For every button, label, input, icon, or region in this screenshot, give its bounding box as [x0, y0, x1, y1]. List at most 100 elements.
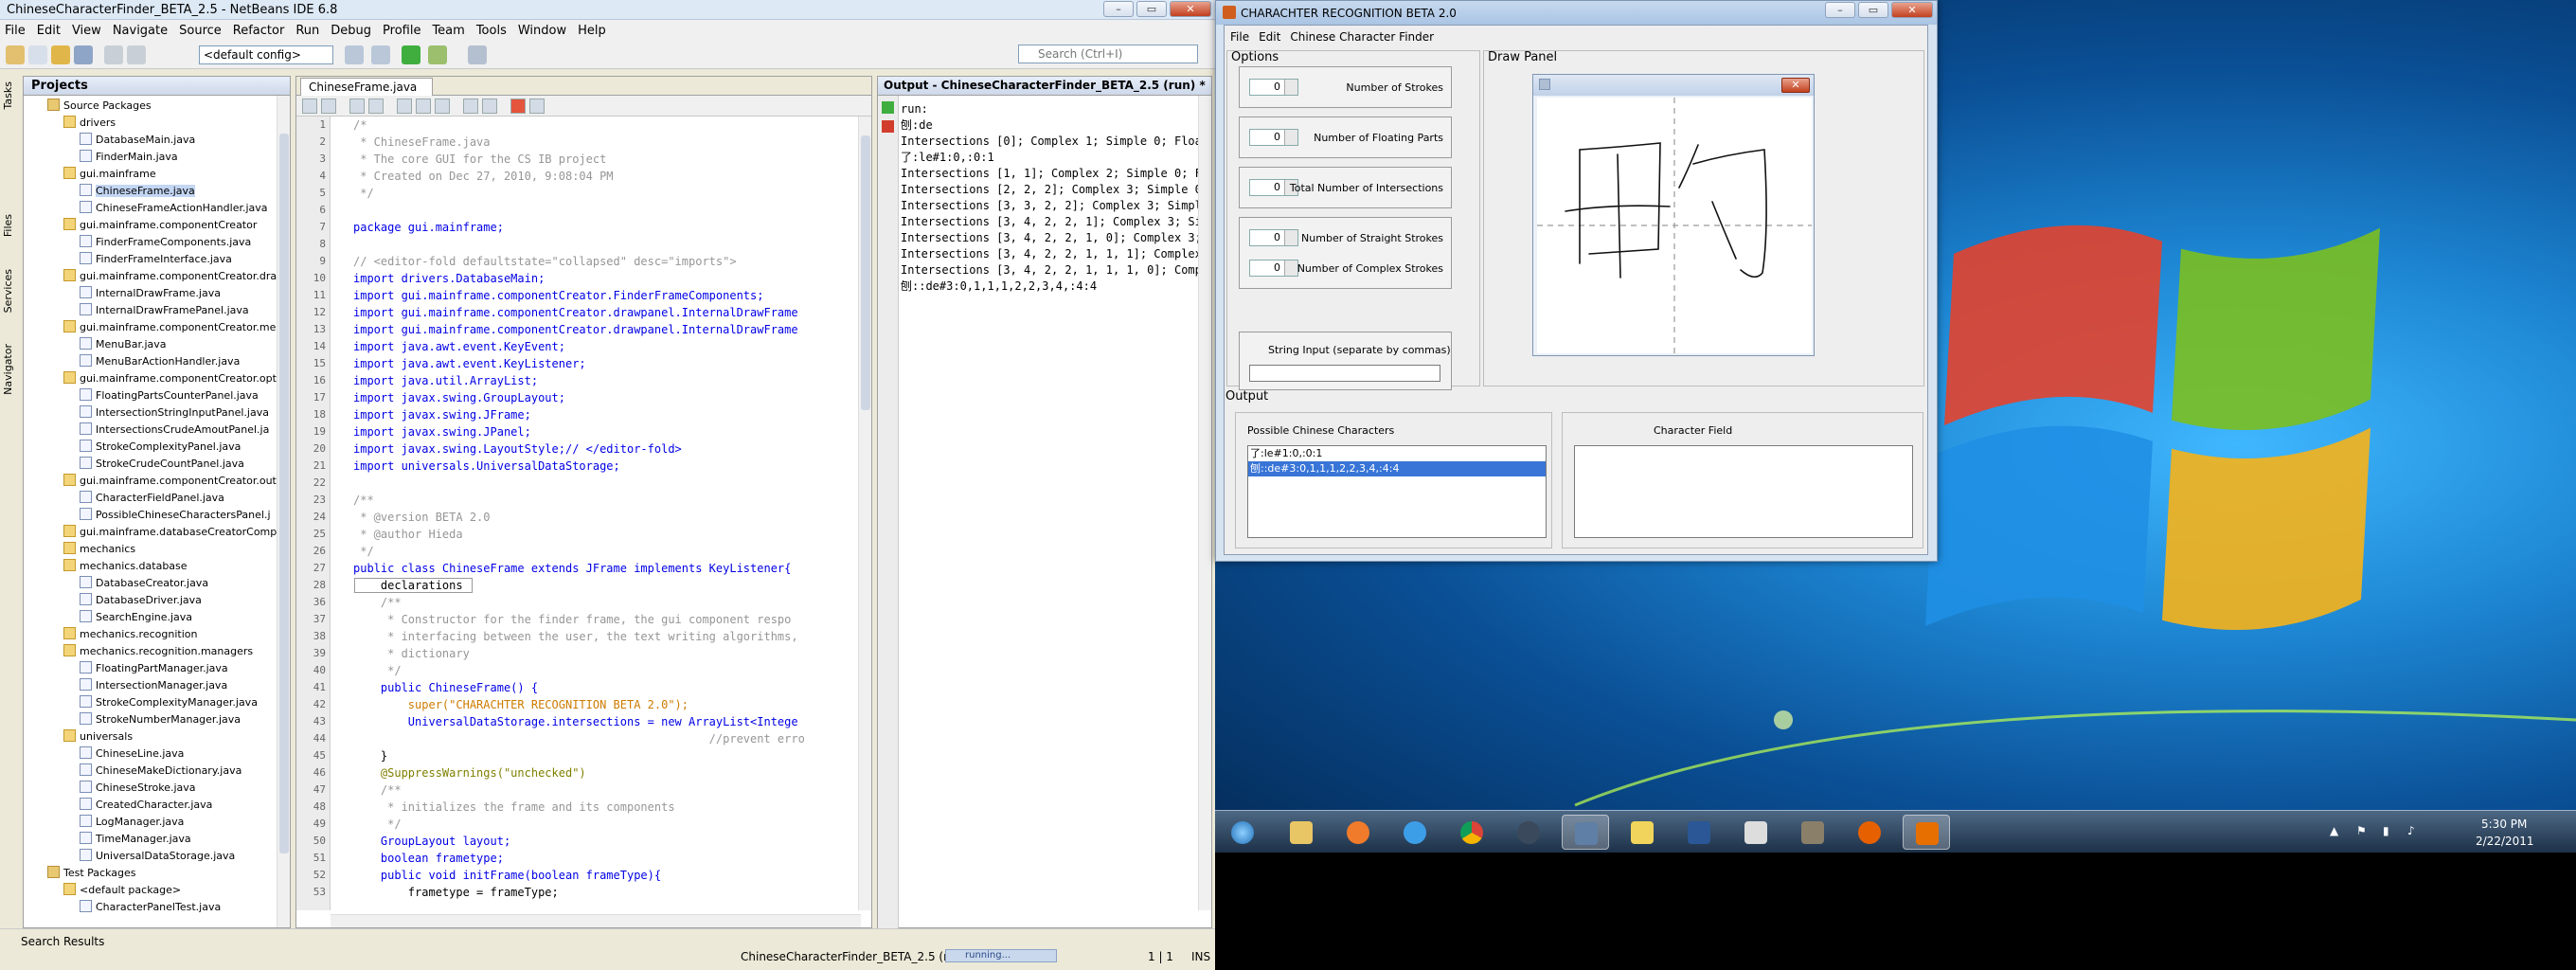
- app-close-icon[interactable]: ✕: [1891, 2, 1933, 18]
- tree-node[interactable]: FloatingPartsCounterPanel.java: [24, 387, 277, 404]
- build-icon[interactable]: [345, 45, 364, 64]
- tree-node[interactable]: Source Packages: [24, 98, 277, 115]
- menu-item-file[interactable]: File: [5, 24, 26, 38]
- explorer-icon[interactable]: [1278, 815, 1325, 850]
- macro-stop-icon[interactable]: [529, 99, 545, 114]
- option-spinner[interactable]: 0: [1249, 129, 1298, 146]
- tree-node[interactable]: CharacterFieldPanel.java: [24, 490, 277, 507]
- source-icon[interactable]: [302, 99, 317, 114]
- menu-item-navigate[interactable]: Navigate: [113, 24, 168, 38]
- tree-node[interactable]: gui.mainframe.componentCreator.out: [24, 473, 277, 490]
- possible-character-item[interactable]: 了:le#1:0,:0:1: [1248, 446, 1546, 461]
- menu-item-window[interactable]: Window: [518, 24, 566, 38]
- tab-chineseframe[interactable]: ChineseFrame.java: [300, 78, 433, 96]
- app-menu-item[interactable]: Edit: [1259, 30, 1280, 44]
- tree-node[interactable]: MenuBarActionHandler.java: [24, 353, 277, 370]
- side-tab-services[interactable]: Services: [2, 269, 19, 313]
- stop-icon[interactable]: [882, 120, 894, 133]
- output-header[interactable]: Output - ChineseCharacterFinder_BETA_2.5…: [878, 77, 1211, 96]
- tree-node[interactable]: gui.mainframe: [24, 166, 277, 183]
- option-spinner[interactable]: 0: [1249, 229, 1298, 246]
- app-menu-item[interactable]: Chinese Character Finder: [1290, 30, 1434, 44]
- run-icon[interactable]: [402, 45, 420, 64]
- history-icon[interactable]: [321, 99, 336, 114]
- flag-icon[interactable]: ⚑: [2356, 824, 2367, 837]
- search-input[interactable]: Search (Ctrl+I): [1018, 45, 1198, 63]
- code-area[interactable]: /* * ChineseFrame.java * The core GUI fo…: [353, 117, 855, 910]
- option-spinner[interactable]: 0: [1249, 79, 1298, 96]
- app-menu-item[interactable]: File: [1230, 30, 1249, 44]
- shift-right-icon[interactable]: [482, 99, 497, 114]
- tree-node[interactable]: IntersectionStringInputPanel.java: [24, 404, 277, 422]
- find-prev-icon[interactable]: [416, 99, 431, 114]
- menu-item-help[interactable]: Help: [578, 24, 606, 38]
- menu-item-source[interactable]: Source: [179, 24, 222, 38]
- new-project-icon[interactable]: [6, 45, 25, 64]
- debug-icon[interactable]: [428, 45, 447, 64]
- menu-item-run[interactable]: Run: [295, 24, 319, 38]
- spinner-arrows-icon[interactable]: [1284, 260, 1297, 276]
- menu-item-team[interactable]: Team: [432, 24, 464, 38]
- tree-node[interactable]: FloatingPartManager.java: [24, 660, 277, 677]
- undo-icon[interactable]: [104, 45, 123, 64]
- search-results-tab[interactable]: Search Results: [21, 935, 104, 948]
- character-field[interactable]: [1574, 445, 1913, 538]
- config-select[interactable]: <default config>: [199, 45, 333, 64]
- ie-icon[interactable]: [1391, 815, 1439, 850]
- tray-expand-icon[interactable]: ▲: [2330, 824, 2338, 837]
- new-file-icon[interactable]: [28, 45, 47, 64]
- drawing-canvas[interactable]: [1537, 98, 1812, 353]
- tree-node[interactable]: gui.mainframe.componentCreator.mer: [24, 319, 280, 336]
- tree-node[interactable]: ChineseLine.java: [24, 745, 277, 763]
- side-tab-navigator[interactable]: Navigator: [2, 344, 19, 395]
- java-icon[interactable]: [1903, 815, 1950, 850]
- menu-item-refactor[interactable]: Refactor: [233, 24, 285, 38]
- projects-scrollbar[interactable]: [277, 96, 290, 927]
- tree-node[interactable]: StrokeComplexityPanel.java: [24, 439, 277, 456]
- tree-node[interactable]: gui.mainframe.componentCreator: [24, 217, 277, 234]
- tree-node[interactable]: PossibleChineseCharactersPanel.j: [24, 507, 277, 524]
- menu-item-tools[interactable]: Tools: [476, 24, 507, 38]
- tree-node[interactable]: ChineseStroke.java: [24, 780, 277, 797]
- side-tab-files[interactable]: Files: [2, 214, 19, 237]
- draw-frame-close-icon[interactable]: ✕: [1781, 78, 1810, 93]
- possible-characters-list[interactable]: 了:le#1:0,:0:1 刨::de#3:0,1,1,1,2,2,3,4,:4:…: [1247, 445, 1547, 538]
- volume-icon[interactable]: ♪: [2407, 824, 2415, 837]
- tree-node[interactable]: mechanics: [24, 541, 277, 558]
- tree-node[interactable]: IntersectionsCrudeAmoutPanel.ja: [24, 422, 277, 439]
- network-icon[interactable]: ▮: [2383, 824, 2389, 837]
- tree-node[interactable]: gui.mainframe.componentCreator.opt: [24, 370, 277, 387]
- find-icon[interactable]: [397, 99, 412, 114]
- shift-left-icon[interactable]: [463, 99, 478, 114]
- open-project-icon[interactable]: [51, 45, 70, 64]
- tree-node[interactable]: mechanics.database: [24, 558, 277, 575]
- menu-item-profile[interactable]: Profile: [383, 24, 420, 38]
- tree-node[interactable]: IntersectionManager.java: [24, 677, 277, 694]
- projects-header[interactable]: Projects: [24, 77, 290, 96]
- app-minimize-icon[interactable]: –: [1825, 2, 1855, 18]
- sticky-icon[interactable]: [1619, 815, 1666, 850]
- firefox-icon[interactable]: [1846, 815, 1893, 850]
- tree-node[interactable]: MenuBar.java: [24, 336, 277, 353]
- tree-node[interactable]: DatabaseMain.java: [24, 132, 277, 149]
- profile-icon[interactable]: [468, 45, 487, 64]
- tree-node[interactable]: LogManager.java: [24, 814, 277, 831]
- menu-item-view[interactable]: View: [72, 24, 101, 38]
- menu-item-edit[interactable]: Edit: [37, 24, 61, 38]
- macro-record-icon[interactable]: [510, 99, 526, 114]
- inkscape-icon[interactable]: [1732, 815, 1780, 850]
- tree-node[interactable]: FinderFrameInterface.java: [24, 251, 277, 268]
- start-button[interactable]: [1219, 815, 1266, 850]
- menu-item-debug[interactable]: Debug: [331, 24, 371, 38]
- tree-node[interactable]: StrokeNumberManager.java: [24, 711, 277, 728]
- tree-node[interactable]: ChineseFrame.java: [24, 183, 277, 200]
- spinner-arrows-icon[interactable]: [1284, 230, 1297, 245]
- tree-node[interactable]: FinderFrameComponents.java: [24, 234, 277, 251]
- maximize-icon[interactable]: ▭: [1136, 1, 1167, 17]
- redo-icon[interactable]: [127, 45, 146, 64]
- tree-node[interactable]: DatabaseCreator.java: [24, 575, 277, 592]
- save-all-icon[interactable]: [74, 45, 93, 64]
- tree-node[interactable]: InternalDrawFramePanel.java: [24, 302, 277, 319]
- clean-build-icon[interactable]: [371, 45, 390, 64]
- spinner-arrows-icon[interactable]: [1284, 80, 1297, 95]
